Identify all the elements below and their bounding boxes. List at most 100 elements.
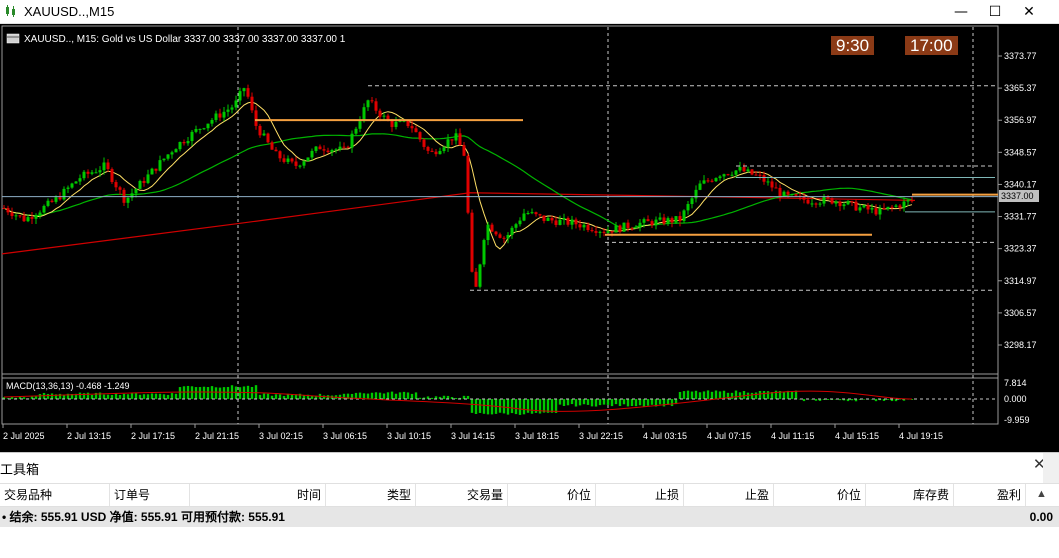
candle-body [406,120,410,127]
macd-bar [266,393,270,399]
col-symbol[interactable]: 交易品种 [0,484,110,506]
time-tick-label: 3 Jul 22:15 [579,431,623,441]
macd-bar [530,399,534,414]
price-tick-label: 3306.57 [1004,308,1037,318]
macd-bar [514,399,518,415]
candle-body [94,172,98,174]
candle-body [106,162,110,170]
macd-bar [46,393,50,399]
toolbox-scrollbar[interactable] [1043,453,1059,483]
macd-bar [702,391,706,399]
col-volume[interactable]: 交易量 [416,484,508,506]
macd-bar [694,390,698,399]
candle-body [774,187,778,189]
col-order[interactable]: 订单号 [110,484,190,506]
col-take-profit[interactable]: 止盈 [684,484,774,506]
macd-bar [130,392,134,399]
maximize-button[interactable]: ☐ [978,0,1012,24]
candle-body [554,220,558,225]
candle-body [606,231,610,233]
candle-body [174,149,178,153]
toolbox-title: 工具箱 [0,462,40,477]
candle-body [178,142,182,150]
macd-bar [650,399,654,405]
candle-body [638,222,642,228]
macd-bar [658,399,662,405]
sort-arrow-icon[interactable]: ▲ [1036,488,1047,500]
terminal-window: XAUUSD..,M15 — ☐ ✕ 3373.77 3365.37 3356.97… [0,0,1059,558]
candle-body [678,216,682,222]
candle-body [750,169,754,175]
price-chart[interactable]: 3373.77 3365.37 3356.97 3348.57 3340.17 3331.… [0,24,1059,452]
candle-body [650,221,654,226]
col-profit[interactable]: 盈利 [954,484,1026,506]
macd-panel [2,385,998,415]
price-tick-label: 3348.57 [1004,147,1037,157]
candle-body [374,101,378,111]
candle-body [382,115,386,117]
minimize-button[interactable]: — [944,0,978,24]
macd-bar [118,394,122,399]
col-type[interactable]: 类型 [326,484,416,506]
candle-body [470,212,474,272]
time-tick-label: 3 Jul 14:15 [451,431,495,441]
chart-canvas[interactable]: 3373.77 3365.37 3356.97 3348.57 3340.17 3331.… [0,24,1059,452]
macd-bar [114,393,118,399]
col-price-current[interactable]: 价位 [774,484,866,506]
candle-body [442,147,446,152]
orders-table-header: 交易品种 订单号 时间 类型 交易量 价位 止损 止盈 价位 库存费 盈利 ▲ [0,483,1059,507]
candle-body [66,187,70,189]
candle-body [646,219,650,222]
macd-bar [594,399,598,407]
candle-body [618,225,622,232]
col-time[interactable]: 时间 [190,484,326,506]
candle-body [838,201,842,207]
candle-body [642,219,646,223]
candle-body [666,218,670,224]
macd-bar [322,395,326,399]
candle-body [62,188,66,200]
macd-bar [370,392,374,399]
macd-bar [34,396,38,399]
candle-body [282,158,286,162]
col-swap[interactable]: 库存费 [866,484,954,506]
candle-body [714,178,718,182]
macd-bar [602,399,606,405]
candle-body [230,107,234,110]
macd-bar [362,393,366,399]
macd-bar [518,399,522,415]
candle-body [6,208,10,213]
candle-body [602,231,606,233]
col-stop-loss[interactable]: 止损 [596,484,684,506]
candle-body [474,271,478,287]
candle-body [490,224,494,232]
macd-bar [766,391,770,399]
macd-bar [690,391,694,399]
candle-body [578,224,582,228]
macd-bar [618,399,622,406]
candle-body [330,150,334,153]
macd-bar [182,386,186,399]
macd-bar [670,399,674,407]
macd-bar [262,393,266,399]
candle-body [594,231,598,233]
macd-bar [146,394,150,399]
candle-body [290,158,294,162]
price-tick-label: 3365.37 [1004,83,1037,93]
price-tick-label: 3331.77 [1004,212,1037,222]
candle-body [742,166,746,172]
macd-bar [86,392,90,399]
macd-bar [38,393,42,399]
macd-bar [574,399,578,407]
col-price-open[interactable]: 价位 [508,484,596,506]
macd-bar [258,394,262,399]
candle-body [518,220,522,225]
macd-tick-label: 7.814 [1004,378,1027,388]
candle-body [726,174,730,176]
candle-body [682,210,686,222]
candle-body [274,149,278,152]
candle-body [190,131,194,142]
close-button[interactable]: ✕ [1012,0,1046,24]
candle-body [202,128,206,130]
candle-body [502,237,506,239]
